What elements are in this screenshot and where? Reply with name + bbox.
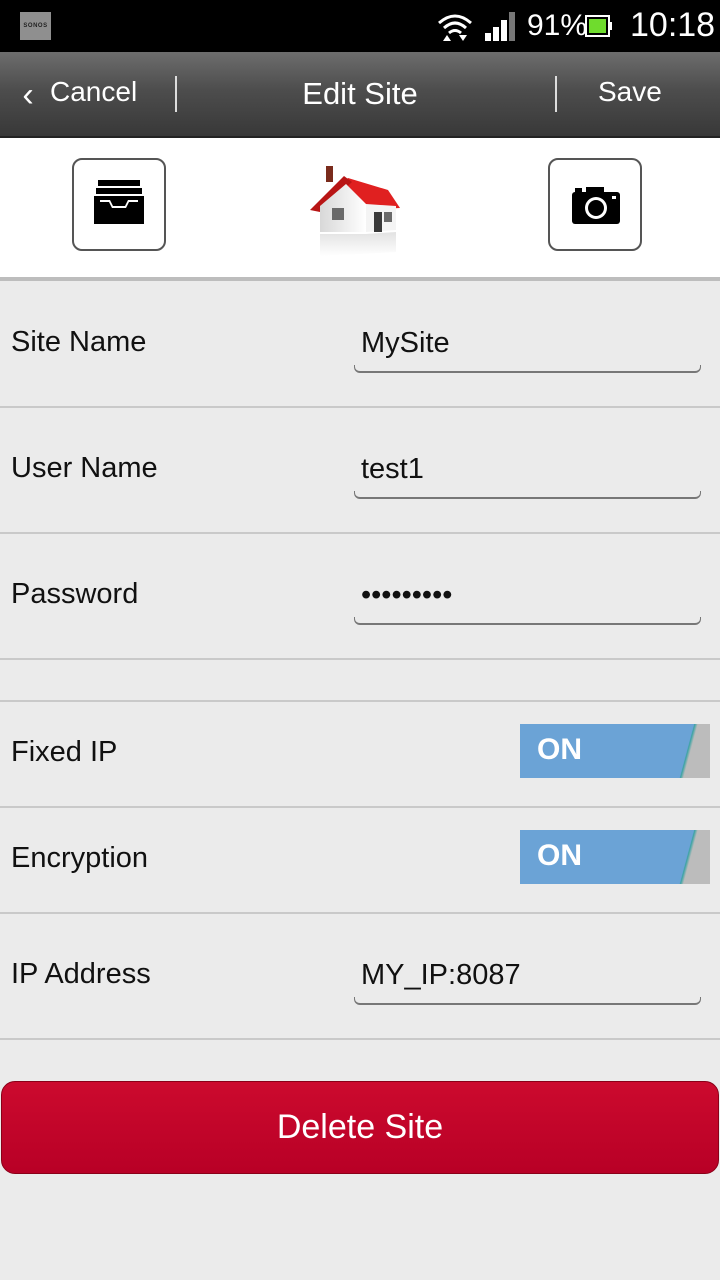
action-bar: ‹ Cancel Edit Site Save xyxy=(0,52,720,138)
archive-button[interactable] xyxy=(72,158,166,251)
site-name-underline xyxy=(354,365,701,373)
ip-address-field[interactable] xyxy=(354,955,701,995)
delete-site-button[interactable]: Delete Site xyxy=(1,1081,719,1174)
wifi-icon xyxy=(438,14,472,41)
password-underline xyxy=(354,617,701,625)
divider xyxy=(175,76,177,112)
user-name-row: User Name xyxy=(0,408,720,534)
password-field[interactable] xyxy=(354,575,701,615)
ip-address-label: IP Address xyxy=(11,958,151,990)
ip-address-row: IP Address xyxy=(0,914,720,1040)
clock: 10:18 xyxy=(630,6,716,44)
sonos-app-icon: SONOS xyxy=(20,12,51,40)
encryption-row: Encryption ON xyxy=(0,808,720,914)
back-chevron-icon[interactable]: ‹ xyxy=(8,72,48,118)
fixed-ip-label: Fixed IP xyxy=(11,736,118,768)
fixed-ip-toggle[interactable]: ON xyxy=(520,724,710,778)
user-name-field[interactable] xyxy=(354,449,701,489)
house-icon[interactable] xyxy=(304,160,404,258)
section-spacer xyxy=(0,660,720,702)
page-title: Edit Site xyxy=(302,76,418,111)
encryption-toggle[interactable]: ON xyxy=(520,830,710,884)
site-name-label: Site Name xyxy=(11,326,147,358)
fixed-ip-row: Fixed IP ON xyxy=(0,702,720,808)
divider xyxy=(555,76,557,112)
status-bar: SONOS 91% 10:18 xyxy=(0,0,720,52)
site-icon-row xyxy=(0,138,720,278)
password-label: Password xyxy=(11,578,139,610)
fixed-ip-toggle-state: ON xyxy=(537,733,582,766)
battery-icon xyxy=(585,15,612,37)
site-name-field[interactable] xyxy=(354,323,701,363)
camera-button[interactable] xyxy=(548,158,642,251)
password-row: Password xyxy=(0,534,720,660)
encryption-toggle-state: ON xyxy=(537,839,582,872)
battery-percent: 91% xyxy=(527,9,588,42)
site-name-row: Site Name xyxy=(0,281,720,408)
encryption-label: Encryption xyxy=(11,842,149,874)
cancel-button[interactable]: Cancel xyxy=(50,76,137,108)
save-button[interactable]: Save xyxy=(598,76,662,108)
user-name-underline xyxy=(354,491,701,499)
archive-tray-icon xyxy=(94,180,144,224)
signal-icon xyxy=(485,12,515,41)
user-name-label: User Name xyxy=(11,452,158,484)
ip-address-underline xyxy=(354,997,701,1005)
camera-icon xyxy=(572,187,620,224)
